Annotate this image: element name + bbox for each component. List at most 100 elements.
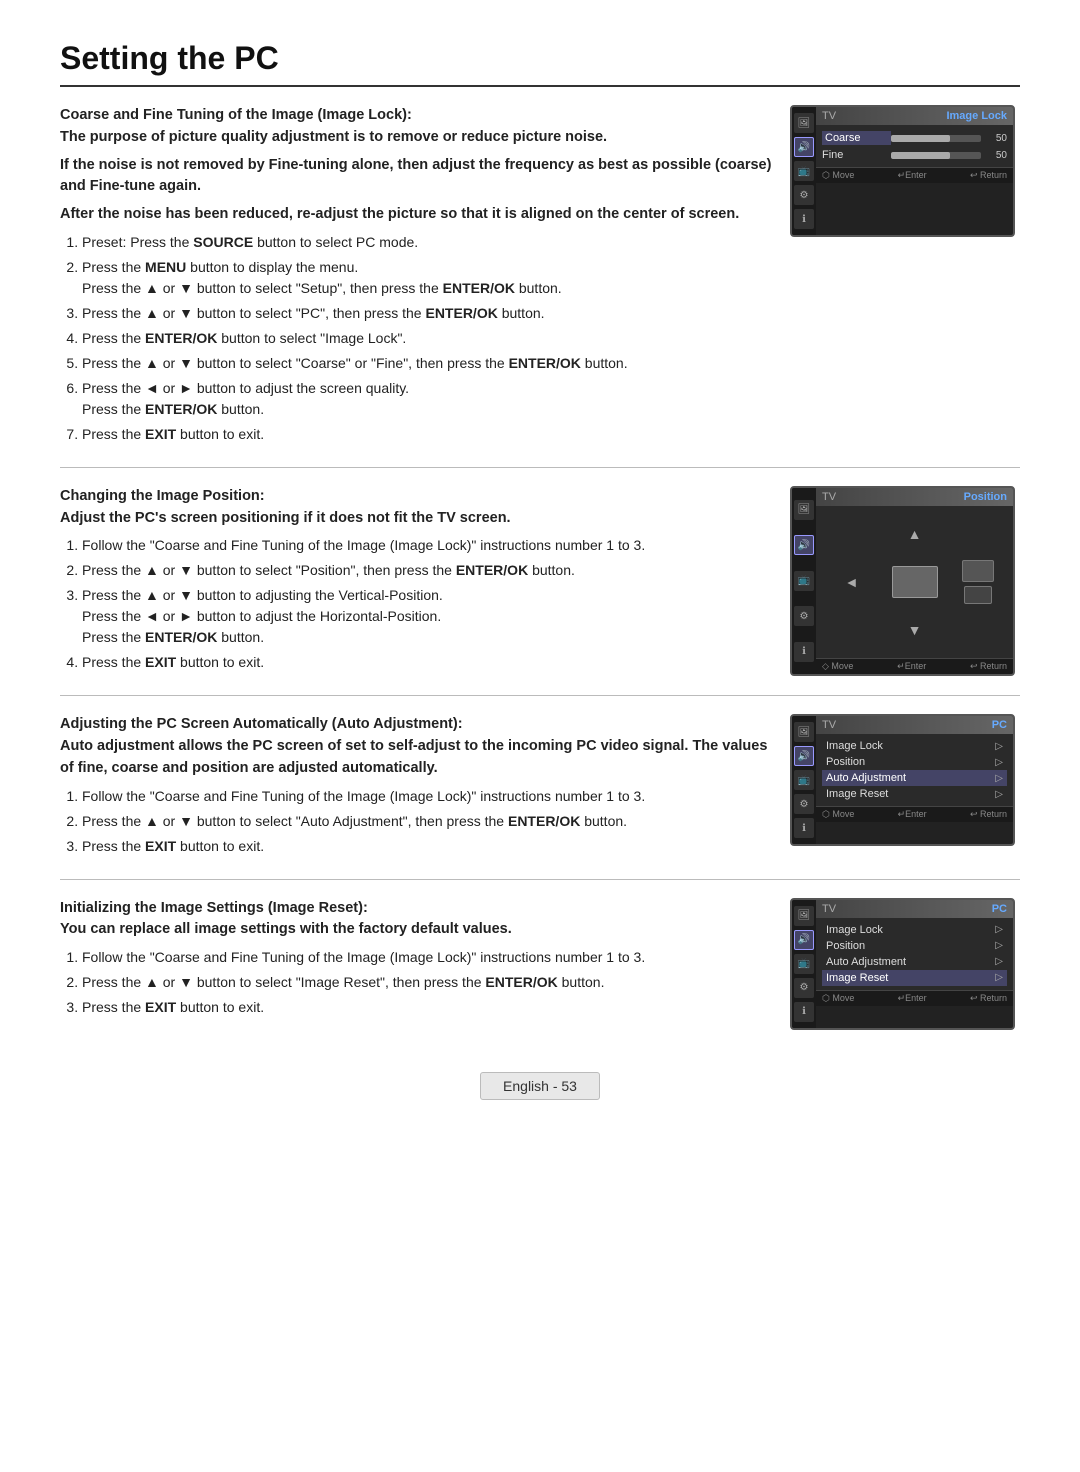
tv-footer-move-4: ⬡ Move [822,993,854,1004]
step-4: Press the ENTER/OK button to select "Ima… [82,328,772,349]
tv-screen-imagelock: 🖼 🔊 📺 ⚙ ℹ TV Image Lock Coarse [790,105,1015,237]
reset-heading: Initializing the Image Settings (Image R… [60,898,772,942]
tv-menu-auto-4: Auto Adjustment▷ [822,954,1007,970]
tv-row-coarse: Coarse 50 [822,129,1007,147]
pos-step-3: Press the ▲ or ▼ button to adjusting the… [82,585,772,648]
tv-icon-info-4: ℹ [794,1002,814,1022]
tv-row-fine: Fine 50 [822,147,1007,163]
pos-step-2: Press the ▲ or ▼ button to select "Posit… [82,560,772,581]
tv-position-grid: ▲ ◄ ▼ [816,506,1013,658]
auto-step-1: Follow the "Coarse and Fine Tuning of th… [82,786,772,807]
pos-center-box [892,566,938,598]
pos-box-tr [962,560,994,582]
tv-image-reset: 🖼 🔊 📺 ⚙ ℹ TV PC Image Lock▷ [790,898,1020,1030]
section-image-lock: Coarse and Fine Tuning of the Image (Ima… [60,105,1020,468]
tv-image-position: 🖼 🔊 📺 ⚙ ℹ TV Position ▲ ◄ [790,486,1020,676]
tv-menu-reset-3: Image Reset▷ [822,786,1007,802]
tv-footer-return-4: ↩ Return [970,993,1007,1004]
section-position-text: Changing the Image Position: Adjust the … [60,486,790,678]
tv-icon-channel: 📺 [794,161,814,181]
tv-icon-picture-3: 🖼 [794,722,814,742]
pos-box-br [964,586,992,604]
tv-menu-reset-4: Image Reset▷ [822,970,1007,986]
pos-step-1: Follow the "Coarse and Fine Tuning of th… [82,535,772,556]
tv-footer-move-1: ⬡ Move [822,170,854,181]
tv-label-3: TV [822,719,836,731]
footer-bar: English - 53 [60,1072,1020,1100]
tv-icon-selected: 🔊 [794,137,814,157]
tv-screen-auto: 🖼 🔊 📺 ⚙ ℹ TV PC Image Lock▷ [790,714,1015,846]
tv-label-1: TV [822,110,836,122]
steps-image-lock: Preset: Press the SOURCE button to selec… [60,232,772,445]
step-7: Press the EXIT button to exit. [82,424,772,445]
auto-step-2: Press the ▲ or ▼ button to select "Auto … [82,811,772,832]
tv-menu-imagelock-3: Image Lock▷ [822,738,1007,754]
tv-label-2: TV [822,491,836,503]
step-6: Press the ◄ or ► button to adjust the sc… [82,378,772,420]
tv-image-lock: 🖼 🔊 📺 ⚙ ℹ TV Image Lock Coarse [790,105,1020,237]
tv-icon-picture-4: 🖼 [794,906,814,926]
intro-bold-1: Coarse and Fine Tuning of the Image (Ima… [60,105,772,149]
tv-title-1: Image Lock [946,110,1007,122]
tv-icon-info-3: ℹ [794,818,814,838]
step-3: Press the ▲ or ▼ button to select "PC", … [82,303,772,324]
auto-step-3: Press the EXIT button to exit. [82,836,772,857]
tv-footer-move-3: ⬡ Move [822,809,854,820]
tv-menu-imagelock-4: Image Lock▷ [822,922,1007,938]
steps-auto: Follow the "Coarse and Fine Tuning of th… [60,786,772,857]
step-2: Press the MENU button to display the men… [82,257,772,299]
tv-icon-picture: 🖼 [794,113,814,133]
tv-icon-info: ℹ [794,209,814,229]
section-image-reset: Initializing the Image Settings (Image R… [60,898,1020,1048]
intro-bold-3: After the noise has been reduced, re-adj… [60,204,772,226]
tv-title-4: PC [992,903,1007,915]
tv-footer-return-1: ↩ Return [970,170,1007,181]
auto-heading: Adjusting the PC Screen Automatically (A… [60,714,772,779]
footer-badge: English - 53 [480,1072,600,1100]
tv-footer-return-2: ↩ Return [970,661,1007,672]
step-5: Press the ▲ or ▼ button to select "Coars… [82,353,772,374]
steps-reset: Follow the "Coarse and Fine Tuning of th… [60,947,772,1018]
tv-menu-position-4: Position▷ [822,938,1007,954]
tv-footer-enter-2: ↵Enter [897,661,926,672]
tv-footer-enter-4: ↵Enter [898,993,927,1004]
section-reset-text: Initializing the Image Settings (Image R… [60,898,790,1023]
pos-arrow-left: ◄ [845,574,859,590]
tv-icon-picture-2: 🖼 [794,500,814,520]
tv-menu-auto-3: Auto Adjustment▷ [822,770,1007,786]
tv-footer-return-3: ↩ Return [970,809,1007,820]
intro-bold-2: If the noise is not removed by Fine-tuni… [60,155,772,199]
tv-icon-setup: ⚙ [794,185,814,205]
tv-image-auto: 🖼 🔊 📺 ⚙ ℹ TV PC Image Lock▷ [790,714,1020,846]
tv-icon-selected-2: 🔊 [794,535,814,555]
tv-icon-channel-4: 📺 [794,954,814,974]
step-1: Preset: Press the SOURCE button to selec… [82,232,772,253]
section-auto-adjustment: Adjusting the PC Screen Automatically (A… [60,714,1020,879]
tv-label-4: TV [822,903,836,915]
section-image-lock-text: Coarse and Fine Tuning of the Image (Ima… [60,105,790,449]
reset-step-2: Press the ▲ or ▼ button to select "Image… [82,972,772,993]
tv-icon-setup-2: ⚙ [794,606,814,626]
pos-step-4: Press the EXIT button to exit. [82,652,772,673]
tv-icon-selected-4: 🔊 [794,930,814,950]
tv-icon-channel-3: 📺 [794,770,814,790]
position-heading: Changing the Image Position: Adjust the … [60,486,772,530]
reset-step-1: Follow the "Coarse and Fine Tuning of th… [82,947,772,968]
tv-menu-position-3: Position▷ [822,754,1007,770]
page-title: Setting the PC [60,40,1020,87]
tv-footer-move-2: ◇ Move [822,661,853,672]
tv-footer-enter-1: ↵Enter [898,170,927,181]
tv-icon-setup-4: ⚙ [794,978,814,998]
tv-title-3: PC [992,719,1007,731]
tv-footer-enter-3: ↵Enter [898,809,927,820]
reset-step-3: Press the EXIT button to exit. [82,997,772,1018]
tv-icon-setup-3: ⚙ [794,794,814,814]
steps-position: Follow the "Coarse and Fine Tuning of th… [60,535,772,673]
pos-arrow-up: ▲ [908,526,922,542]
section-auto-text: Adjusting the PC Screen Automatically (A… [60,714,790,860]
tv-title-2: Position [964,491,1007,503]
tv-screen-reset: 🖼 🔊 📺 ⚙ ℹ TV PC Image Lock▷ [790,898,1015,1030]
tv-icon-channel-2: 📺 [794,571,814,591]
tv-icon-info-2: ℹ [794,642,814,662]
tv-screen-position: 🖼 🔊 📺 ⚙ ℹ TV Position ▲ ◄ [790,486,1015,676]
